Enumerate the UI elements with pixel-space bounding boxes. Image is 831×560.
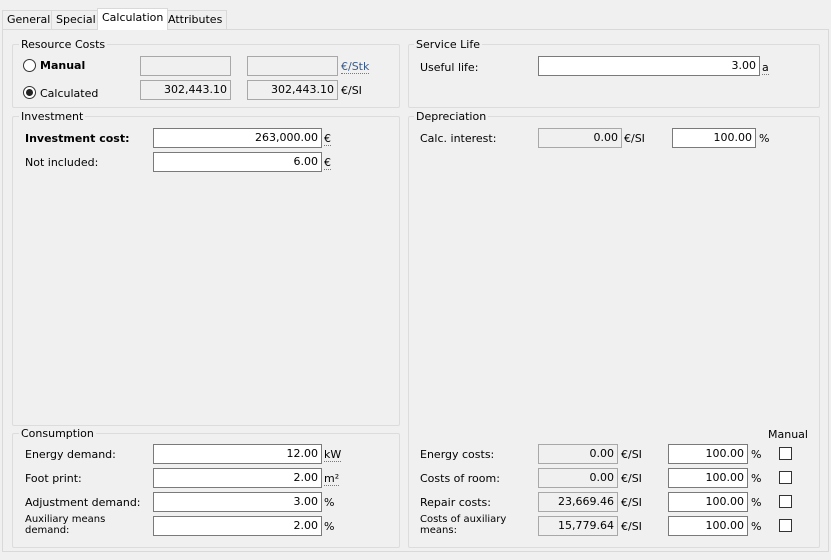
energy-costs-percent-unit: % <box>751 448 762 461</box>
not-included-label: Not included: <box>25 156 99 169</box>
not-included-unit: € <box>324 156 331 170</box>
repair-costs-value: 23,669.46 <box>538 492 618 512</box>
calculated-radio[interactable] <box>23 86 36 99</box>
repair-costs-unit: €/SI <box>621 496 642 509</box>
manual-cost-field-2[interactable] <box>247 56 338 76</box>
investment-cost-input[interactable]: 263,000.00 <box>153 128 322 148</box>
auxiliary-costs-percent-unit: % <box>751 520 762 533</box>
repair-costs-label: Repair costs: <box>420 496 491 509</box>
service-life-group <box>408 44 820 108</box>
calculated-cost-field-1: 302,443.10 <box>140 80 231 100</box>
calc-interest-label: Calc. interest: <box>420 132 497 145</box>
investment-cost-unit: € <box>324 132 331 146</box>
energy-costs-label: Energy costs: <box>420 448 495 461</box>
auxiliary-costs-manual-checkbox[interactable] <box>779 519 792 532</box>
auxiliary-demand-unit: % <box>324 520 335 533</box>
energy-demand-label: Energy demand: <box>25 448 116 461</box>
auxiliary-costs-unit: €/SI <box>621 520 642 533</box>
useful-life-label: Useful life: <box>420 61 479 74</box>
investment-title: Investment <box>19 110 86 123</box>
energy-costs-unit: €/SI <box>621 448 642 461</box>
manual-cost-field-1[interactable] <box>140 56 231 76</box>
service-life-title: Service Life <box>414 38 482 51</box>
manual-radio-label[interactable]: Manual <box>40 59 85 72</box>
room-costs-value: 0.00 <box>538 468 618 488</box>
foot-print-label: Foot print: <box>25 472 82 485</box>
depreciation-title: Depreciation <box>414 110 489 123</box>
foot-print-unit: m² <box>324 472 340 486</box>
manual-cost-unit-link[interactable]: €/Stk <box>341 60 370 74</box>
energy-costs-manual-checkbox[interactable] <box>779 447 792 460</box>
tab-attributes[interactable]: Attributes <box>163 10 228 29</box>
repair-costs-percent-unit: % <box>751 496 762 509</box>
auxiliary-demand-label: Auxiliary means demand: <box>25 514 106 536</box>
calculated-radio-label[interactable]: Calculated <box>40 87 98 100</box>
room-costs-unit: €/SI <box>621 472 642 485</box>
room-costs-label: Costs of room: <box>420 472 500 485</box>
foot-print-input[interactable]: 2.00 <box>153 468 322 488</box>
calc-interest-value: 0.00 <box>538 128 622 148</box>
energy-costs-value: 0.00 <box>538 444 618 464</box>
room-costs-manual-checkbox[interactable] <box>779 471 792 484</box>
auxiliary-demand-input[interactable]: 2.00 <box>153 516 322 536</box>
calc-interest-percent-unit: % <box>759 132 770 145</box>
useful-life-input[interactable]: 3.00 <box>538 56 760 76</box>
auxiliary-costs-label: Costs of auxiliary means: <box>420 514 507 536</box>
not-included-input[interactable]: 6.00 <box>153 152 322 172</box>
tab-calculation[interactable]: Calculation <box>97 8 169 30</box>
repair-costs-percent-input[interactable]: 100.00 <box>668 492 748 512</box>
resource-costs-title: Resource Costs <box>19 38 108 51</box>
auxiliary-costs-percent-input[interactable]: 100.00 <box>668 516 748 536</box>
calc-interest-percent-input[interactable]: 100.00 <box>672 128 756 148</box>
useful-life-unit: a <box>762 61 769 75</box>
energy-costs-percent-input[interactable]: 100.00 <box>668 444 748 464</box>
room-costs-percent-input[interactable]: 100.00 <box>668 468 748 488</box>
repair-costs-manual-checkbox[interactable] <box>779 495 792 508</box>
manual-column-header: Manual <box>768 428 808 441</box>
consumption-title: Consumption <box>19 427 96 440</box>
calculated-cost-field-2: 302,443.10 <box>247 80 338 100</box>
adjustment-demand-unit: % <box>324 496 335 509</box>
energy-demand-unit: kW <box>324 448 342 462</box>
calc-interest-unit: €/SI <box>624 132 645 145</box>
auxiliary-costs-value: 15,779.64 <box>538 516 618 536</box>
energy-demand-input[interactable]: 12.00 <box>153 444 322 464</box>
tab-special[interactable]: Special <box>51 10 101 29</box>
room-costs-percent-unit: % <box>751 472 762 485</box>
manual-radio[interactable] <box>23 59 36 72</box>
tab-general[interactable]: General <box>2 10 56 29</box>
investment-cost-label: Investment cost: <box>25 132 130 145</box>
adjustment-demand-input[interactable]: 3.00 <box>153 492 322 512</box>
tab-strip: General Special Calculation Attributes <box>0 0 831 30</box>
adjustment-demand-label: Adjustment demand: <box>25 496 141 509</box>
calculated-cost-unit: €/SI <box>341 84 362 97</box>
